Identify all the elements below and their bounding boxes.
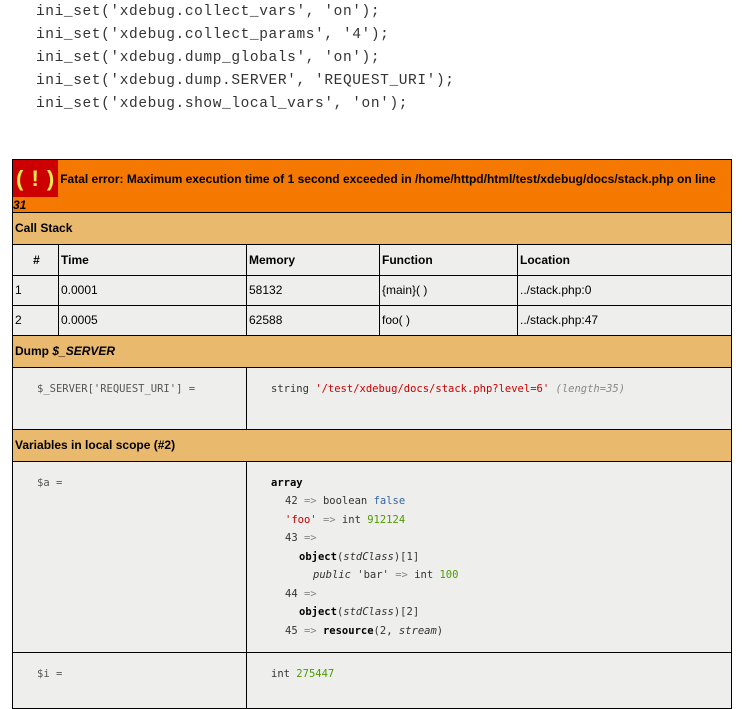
cell-index: 1 (12, 274, 59, 306)
dump-server-header-row: Dump $_SERVER (11, 334, 733, 368)
local-var-a-name: $a = (12, 460, 247, 653)
arrow: => (303, 532, 317, 545)
code-line: ini_set('xdebug.show_local_vars', 'on'); (36, 96, 409, 112)
visibility: public (313, 569, 351, 582)
dump-string-value: '/test/xdebug/docs/stack.php?level=6' (315, 382, 550, 395)
int-value: 275447 (296, 667, 335, 680)
local-scope-header-row: Variables in local scope (#2) (11, 428, 733, 462)
error-message: Fatal error: Maximum execution time of 1… (13, 172, 716, 212)
type-label: boolean (322, 495, 368, 508)
type-label: int (271, 667, 290, 680)
local-var-i-value: int 275447 (245, 651, 733, 709)
error-header-row: ( ! ) Fatal error: Maximum execution time… (11, 159, 733, 213)
cell-location: ../stack.php:0 (516, 274, 733, 306)
arrow: => (395, 569, 408, 582)
local-var-a-row: $a = array 42 => boolean false 'foo' => … (12, 460, 733, 653)
error-header: ( ! ) Fatal error: Maximum execution time… (11, 159, 733, 213)
object-id: [1] (400, 550, 420, 563)
cell-time: 0.0005 (58, 304, 247, 336)
xdebug-error-table: ( ! ) Fatal error: Maximum execution time… (11, 159, 733, 709)
int-value: 912124 (367, 513, 406, 526)
cell-index: 2 (12, 304, 59, 336)
cell-location: ../stack.php:47 (516, 304, 733, 336)
dump-line: object(stdClass)[2] (271, 606, 731, 625)
error-exclamation-icon: ( ! ) (13, 160, 59, 197)
array-key: 'foo' (285, 513, 317, 526)
cell-memory: 62588 (246, 304, 380, 336)
dump-line: 44 => (271, 588, 731, 607)
paren: ) (436, 624, 444, 637)
table-row: 2 0.0005 62588 foo( ) ../stack.php:47 (12, 304, 733, 336)
column-header-memory: Memory (246, 243, 380, 276)
code-line: ini_set('xdebug.dump_globals', 'on'); (36, 50, 381, 66)
array-key: 44 (285, 587, 298, 600)
type-label: int (341, 513, 361, 526)
cell-function: {main}( ) (379, 274, 518, 306)
column-header-index: # (12, 243, 59, 276)
int-value: 100 (439, 569, 459, 582)
call-stack-title: Call Stack (11, 211, 733, 245)
array-key: 43 (285, 532, 298, 545)
arrow: => (303, 624, 317, 637)
comma: , (386, 624, 399, 637)
column-header-location: Location (516, 243, 733, 276)
error-line-number: 31 (13, 197, 27, 212)
cell-function: foo( ) (379, 304, 518, 336)
dump-line: 45 => resource(2, stream) (271, 625, 731, 644)
dump-server-title: Dump $_SERVER (11, 334, 733, 368)
dump-title-var: $_SERVER (52, 344, 116, 359)
dump-server-value: string '/test/xdebug/docs/stack.php?leve… (245, 366, 733, 430)
code-line: ini_set('xdebug.collect_vars', 'on'); (36, 4, 381, 20)
dump-server-row: $_SERVER['REQUEST_URI'] = string '/test/… (12, 366, 733, 430)
php-code-block: ini_set('xdebug.collect_vars', 'on'); in… (36, 0, 455, 116)
cell-time: 0.0001 (58, 274, 247, 306)
local-var-i-row: $i = int 275447 (12, 651, 733, 709)
column-header-function: Function (379, 243, 518, 276)
arrow: => (303, 587, 317, 600)
table-row: 1 0.0001 58132 {main}( ) ../stack.php:0 (12, 274, 733, 306)
dump-line: 'foo' => int 912124 (271, 514, 731, 533)
class-name: stdClass (343, 550, 394, 563)
arrow: => (322, 513, 336, 526)
dump-line: object(stdClass)[1] (271, 551, 731, 570)
dump-length: (length=35) (555, 382, 626, 395)
object-keyword: object (299, 606, 337, 619)
cell-memory: 58132 (246, 274, 380, 306)
property-name: 'bar' (357, 569, 389, 582)
bool-value: false (373, 495, 406, 508)
dump-line: public 'bar' => int 100 (271, 569, 731, 588)
dump-line: 42 => boolean false (271, 495, 731, 514)
dump-line: array (271, 477, 731, 496)
array-keyword: array (271, 476, 303, 489)
local-var-a-value: array 42 => boolean false 'foo' => int 9… (245, 460, 733, 653)
error-message-text: Fatal error: Maximum execution time of 1… (60, 171, 716, 186)
arrow: => (303, 495, 317, 508)
dump-title-prefix: Dump (15, 344, 53, 359)
code-line: ini_set('xdebug.collect_params', '4'); (36, 27, 390, 43)
array-key: 42 (285, 495, 298, 508)
local-var-i-name: $i = (12, 651, 247, 709)
resource-type: stream (398, 624, 437, 637)
class-name: stdClass (343, 606, 394, 619)
call-stack-header-row: Call Stack (11, 211, 733, 245)
dump-type: string (271, 382, 309, 395)
type-label: int (414, 569, 434, 582)
local-scope-title: Variables in local scope (#2) (11, 428, 733, 462)
resource-keyword: resource (322, 624, 374, 637)
code-line: ini_set('xdebug.dump.SERVER', 'REQUEST_U… (36, 73, 455, 89)
array-key: 45 (285, 624, 298, 637)
dump-server-name: $_SERVER['REQUEST_URI'] = (12, 366, 247, 430)
dump-line: 43 => (271, 532, 731, 551)
call-stack-columns: # Time Memory Function Location (12, 243, 733, 276)
object-keyword: object (299, 550, 337, 563)
column-header-time: Time (58, 243, 247, 276)
object-id: [2] (400, 606, 420, 619)
